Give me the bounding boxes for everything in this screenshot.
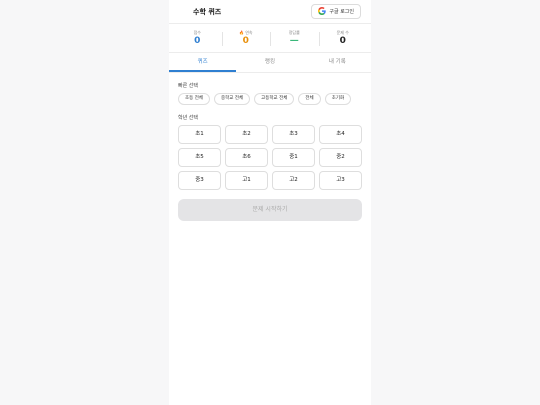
grade-button[interactable]: 초2	[225, 125, 268, 144]
stat-score: 점수 0	[173, 30, 222, 47]
grade-button[interactable]: 초1	[178, 125, 221, 144]
grade-button[interactable]: 고1	[225, 171, 268, 190]
grade-button[interactable]: 고3	[319, 171, 362, 190]
google-login-label: 구글 로그인	[329, 9, 354, 15]
quiz-app: 수학 퀴즈 구글 로그인 점수 0 🔥 연속 0 정답률 — 문제 수 0 퀴즈…	[169, 0, 371, 405]
stat-count: 문제 수 0	[318, 30, 368, 47]
grade-select-label: 학년 선택	[178, 115, 198, 121]
quick-reset[interactable]: 초기화	[324, 93, 352, 105]
grade-grid: 초1 초2 초3 초4 초5 초6 중1 중2 중3 고1 고2 고3	[169, 122, 371, 190]
grade-button[interactable]: 초6	[225, 148, 268, 167]
grade-button[interactable]: 중2	[319, 148, 362, 167]
quick-high-all[interactable]: 고등학교 전체	[254, 93, 295, 105]
tab-ranking[interactable]: 랭킹	[236, 53, 303, 72]
grade-button[interactable]: 중3	[178, 171, 221, 190]
quick-elementary-all[interactable]: 초등 전체	[178, 93, 210, 105]
google-login-button[interactable]: 구글 로그인	[311, 4, 361, 19]
stat-value: 0	[339, 35, 346, 46]
grade-button[interactable]: 초5	[178, 148, 221, 167]
page-title: 수학 퀴즈	[193, 7, 222, 16]
quick-middle-all[interactable]: 중학교 전체	[214, 93, 251, 105]
tab-bar: 퀴즈 랭킹 내 기록	[169, 53, 371, 73]
google-icon	[318, 6, 327, 17]
grade-button[interactable]: 고2	[272, 171, 315, 190]
grade-button[interactable]: 초3	[272, 125, 315, 144]
app-header: 수학 퀴즈 구글 로그인	[169, 0, 371, 24]
quick-all[interactable]: 전체	[298, 93, 321, 105]
stats-bar: 점수 0 🔥 연속 0 정답률 — 문제 수 0	[169, 24, 371, 53]
grade-button[interactable]: 중1	[272, 148, 315, 167]
stat-value: 0	[194, 35, 201, 46]
stat-streak: 🔥 연속 0	[221, 30, 271, 47]
grade-button[interactable]: 초4	[319, 125, 362, 144]
tab-quiz[interactable]: 퀴즈	[169, 53, 237, 72]
quick-select-label: 빠른 선택	[178, 83, 198, 89]
stat-value: —	[289, 35, 299, 46]
quick-select-row: 초등 전체 중학교 전체 고등학교 전체 전체 초기화	[169, 90, 371, 105]
stat-accuracy: 정답률 —	[270, 30, 319, 47]
tab-my-records[interactable]: 내 기록	[304, 53, 371, 72]
stat-value: 0	[242, 35, 249, 46]
start-quiz-button[interactable]: 문제 시작하기	[178, 199, 362, 221]
